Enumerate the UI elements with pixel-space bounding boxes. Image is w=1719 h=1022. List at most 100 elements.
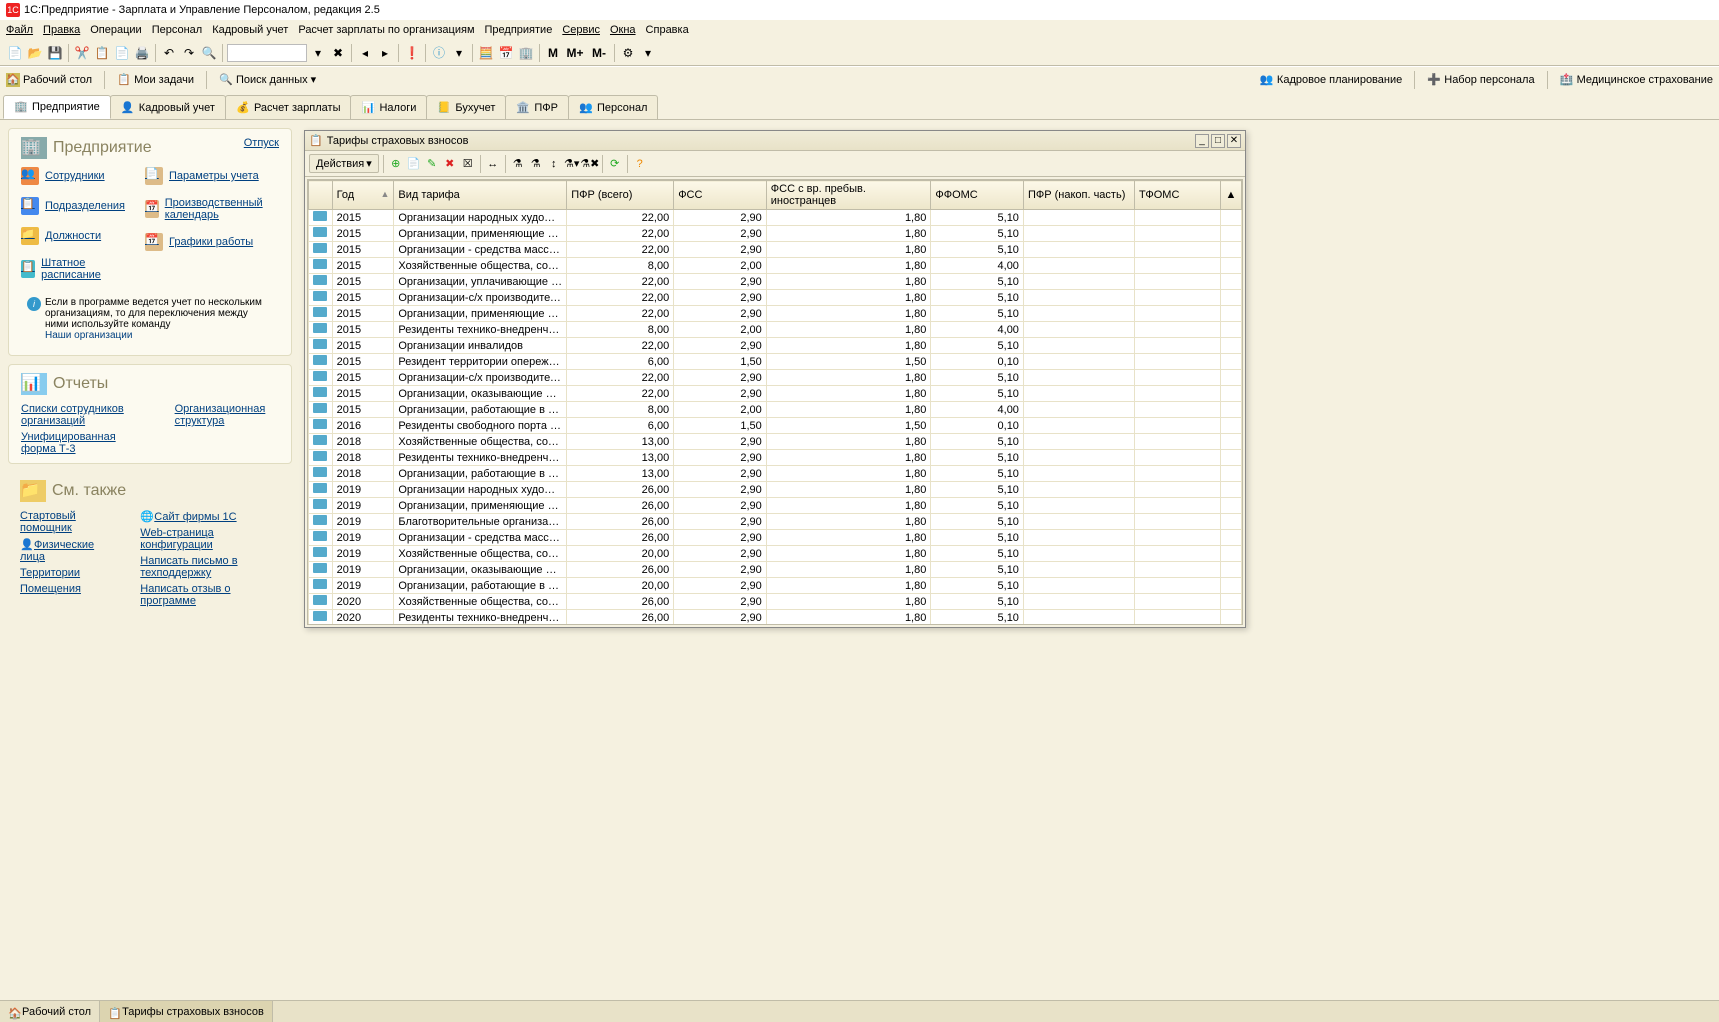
table-row[interactable]: 2016Резиденты свободного порта Влади...6…	[309, 418, 1242, 434]
table-row[interactable]: 2015Организации - средства массовой и...…	[309, 242, 1242, 258]
menu-file[interactable]: Файл	[6, 24, 33, 36]
our-orgs-link[interactable]: Наши организации	[45, 330, 132, 341]
settings-icon[interactable]: ⚙	[619, 44, 637, 62]
search-input[interactable]	[227, 44, 307, 62]
table-row[interactable]: 2015Резидент территории опережающег...6,…	[309, 354, 1242, 370]
filter2-icon[interactable]: ⚗	[528, 156, 544, 172]
print-icon[interactable]: 🖨️	[133, 44, 151, 62]
col-fss-foreign[interactable]: ФСС с вр. пребыв. иностранцев	[766, 181, 931, 210]
tab-accounting[interactable]: 📒Бухучет	[426, 95, 506, 119]
menu-windows[interactable]: Окна	[610, 24, 636, 36]
medical-insurance-button[interactable]: 🏥Медицинское страхование	[1560, 73, 1713, 87]
menu-payroll[interactable]: Расчет зарплаты по организациям	[298, 24, 474, 36]
close-button[interactable]: ✕	[1227, 134, 1241, 148]
find-icon[interactable]: 🔍	[200, 44, 218, 62]
dropdown-icon[interactable]: ▾	[309, 44, 327, 62]
mark-icon[interactable]: ☒	[460, 156, 476, 172]
dropdown3-icon[interactable]: ▾	[639, 44, 657, 62]
clear-icon[interactable]: ✖	[329, 44, 347, 62]
table-row[interactable]: 2020Резиденты технико-внедренческой ...2…	[309, 610, 1242, 626]
col-pfr-savings[interactable]: ПФР (накоп. часть)	[1023, 181, 1134, 210]
m-button[interactable]: M	[544, 44, 562, 62]
delete-icon[interactable]: ✖	[442, 156, 458, 172]
link-feedback[interactable]: Написать отзыв о программе	[140, 583, 280, 607]
table-row[interactable]: 2015Организации-с/х производители, уп...…	[309, 290, 1242, 306]
menu-enterprise[interactable]: Предприятие	[485, 24, 553, 36]
sort-icon[interactable]: ↕	[546, 156, 562, 172]
status-tariffs[interactable]: 📋Тарифы страховых взносов	[100, 1001, 273, 1022]
table-row[interactable]: 2015Организации, применяющие ОСН, к...22…	[309, 306, 1242, 322]
table-row[interactable]: 2015Организации, уплачивающие ЕНВД22,002…	[309, 274, 1242, 290]
refresh-icon[interactable]: ⟳	[607, 156, 623, 172]
tab-pfr[interactable]: 🏛️ПФР	[505, 95, 569, 119]
report-link-orgstruct[interactable]: Организационная структура	[175, 403, 279, 427]
menu-service[interactable]: Сервис	[562, 24, 600, 36]
hr-planning-button[interactable]: 👥Кадровое планирование	[1260, 73, 1402, 87]
save-icon[interactable]: 💾	[46, 44, 64, 62]
calc-icon[interactable]: 🧮	[477, 44, 495, 62]
tab-personnel[interactable]: 👥Персонал	[568, 95, 659, 119]
dialog-titlebar[interactable]: 📋Тарифы страховых взносов _ □ ✕	[305, 131, 1245, 151]
cut-icon[interactable]: ✂️	[73, 44, 91, 62]
table-row[interactable]: 2018Организации, работающие в област...1…	[309, 466, 1242, 482]
nav-positions[interactable]: 📁Должности	[21, 227, 125, 245]
link-start-helper[interactable]: Стартовый помощник	[20, 510, 110, 534]
minimize-button[interactable]: _	[1195, 134, 1209, 148]
table-row[interactable]: 2015Организации народных художестве...22…	[309, 210, 1242, 226]
actions-button[interactable]: Действия ▾	[309, 154, 379, 173]
m-minus-button[interactable]: M-	[588, 44, 610, 62]
calendar-icon[interactable]: 📅	[497, 44, 515, 62]
report-link-employees[interactable]: Списки сотрудников организаций	[21, 403, 145, 427]
nav-accounting-params[interactable]: 📄Параметры учета	[145, 167, 279, 185]
menu-hr[interactable]: Кадровый учет	[212, 24, 288, 36]
table-wrap[interactable]: Год▲ Вид тарифа ПФР (всего) ФСС ФСС с вр…	[307, 179, 1243, 625]
scroll-col[interactable]: ▲	[1221, 181, 1242, 210]
info-icon[interactable]: ⓘ	[430, 44, 448, 62]
nav-work-schedules[interactable]: 📅Графики работы	[145, 233, 279, 251]
redo-icon[interactable]: ↷	[180, 44, 198, 62]
recruiting-button[interactable]: ➕Набор персонала	[1427, 73, 1534, 87]
forward-icon[interactable]: ▸	[376, 44, 394, 62]
copy-icon[interactable]: 📋	[93, 44, 111, 62]
add-icon[interactable]: ⊕	[388, 156, 404, 172]
clear-filter-icon[interactable]: ⚗✖	[582, 156, 598, 172]
menu-operations[interactable]: Операции	[90, 24, 141, 36]
paste-icon[interactable]: 📄	[113, 44, 131, 62]
col-ffoms[interactable]: ФФОМС	[931, 181, 1024, 210]
table-row[interactable]: 2019Хозяйственные общества, созданн...20…	[309, 546, 1242, 562]
nav-employees[interactable]: 👥Сотрудники	[21, 167, 125, 185]
link-premises[interactable]: Помещения	[20, 583, 110, 595]
link-individuals[interactable]: 👤Физические лица	[20, 538, 110, 563]
table-row[interactable]: 2019Организации - средства массовой и...…	[309, 530, 1242, 546]
table-row[interactable]: 2018Резиденты технико-внедренческой ...1…	[309, 450, 1242, 466]
filter-icon[interactable]: ⚗	[510, 156, 526, 172]
table-row[interactable]: 2019Организации, оказывающие инжин...26,…	[309, 562, 1242, 578]
vacation-link[interactable]: Отпуск	[244, 137, 279, 149]
col-fss[interactable]: ФСС	[674, 181, 767, 210]
link-support[interactable]: Написать письмо в техподдержку	[140, 555, 280, 579]
open-icon[interactable]: 📂	[26, 44, 44, 62]
nav-prod-calendar[interactable]: 📅Производственный календарь	[145, 197, 279, 221]
table-row[interactable]: 2019Организации, применяющие УСН, к...26…	[309, 498, 1242, 514]
col-year[interactable]: Год▲	[332, 181, 394, 210]
table-row[interactable]: 2015Организации, оказывающие инжин...22,…	[309, 386, 1242, 402]
table-row[interactable]: 2020Хозяйственные общества, созданн...26…	[309, 594, 1242, 610]
col-tfoms[interactable]: ТФОМС	[1135, 181, 1221, 210]
table-row[interactable]: 2019Организации народных художестве...26…	[309, 482, 1242, 498]
m-plus-button[interactable]: M+	[564, 44, 586, 62]
tab-taxes[interactable]: 📊Налоги	[350, 95, 427, 119]
menu-personnel[interactable]: Персонал	[152, 24, 203, 36]
table-row[interactable]: 2015Организации инвалидов22,002,901,805,…	[309, 338, 1242, 354]
my-tasks-button[interactable]: 📋Мои задачи	[117, 73, 194, 87]
move-icon[interactable]: ↔	[485, 156, 501, 172]
tab-hr[interactable]: 👤Кадровый учет	[110, 95, 226, 119]
status-desktop[interactable]: 🏠Рабочий стол	[0, 1001, 100, 1022]
new-icon[interactable]: 📄	[6, 44, 24, 62]
help-icon[interactable]: ?	[632, 156, 648, 172]
table-row[interactable]: 2015Организации, применяющие УСН, к...22…	[309, 226, 1242, 242]
copy-row-icon[interactable]: 📄	[406, 156, 422, 172]
table-row[interactable]: 2015Резиденты технико-внедренческой ...8…	[309, 322, 1242, 338]
nav-departments[interactable]: 📋Подразделения	[21, 197, 125, 215]
org-icon[interactable]: 🏢	[517, 44, 535, 62]
table-row[interactable]: 2019Благотворительные организации26,002,…	[309, 514, 1242, 530]
